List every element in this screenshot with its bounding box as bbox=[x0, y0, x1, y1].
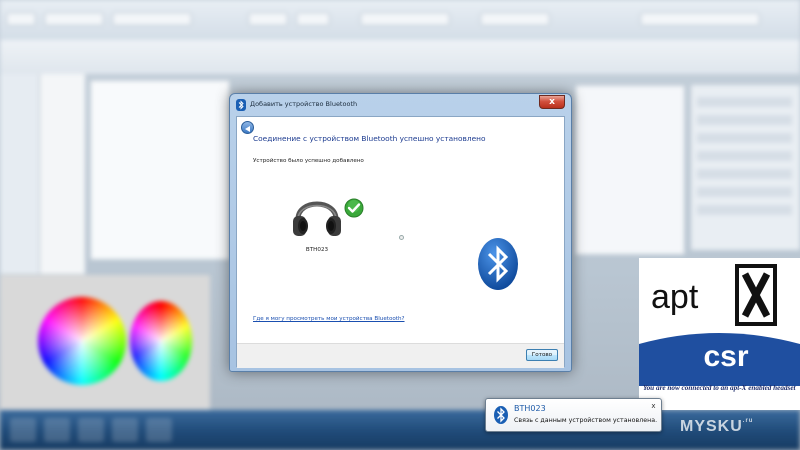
taskbar-button bbox=[44, 418, 70, 442]
bluetooth-notification[interactable]: BTH023 Связь с данным устройством устано… bbox=[485, 398, 662, 432]
background-chip bbox=[360, 12, 450, 26]
background-row bbox=[697, 187, 792, 197]
background-row bbox=[697, 133, 792, 143]
site-watermark: MYSKU.ru bbox=[680, 418, 753, 436]
bluetooth-icon bbox=[494, 406, 508, 424]
headphones-icon bbox=[293, 201, 341, 236]
dialog-content: Соединение с устройством Bluetooth успеш… bbox=[236, 116, 565, 368]
aptx-overlay: apt csr You are now connected to an apt-… bbox=[639, 258, 800, 410]
aptx-x-logo-icon bbox=[735, 264, 777, 326]
background-chip bbox=[640, 12, 760, 26]
background-document bbox=[90, 80, 230, 260]
background-chip bbox=[44, 12, 104, 26]
background-chip bbox=[296, 12, 330, 26]
add-bluetooth-device-dialog: Добавить устройство Bluetooth x Соединен… bbox=[229, 93, 572, 372]
background-left-panel bbox=[0, 74, 40, 274]
background-row bbox=[697, 205, 792, 215]
background-right-panel bbox=[690, 85, 800, 250]
view-devices-link[interactable]: Где я могу просмотреть мои устройства Bl… bbox=[253, 316, 405, 322]
background-toolbar bbox=[0, 40, 800, 74]
taskbar-button bbox=[146, 418, 172, 442]
close-button[interactable]: x bbox=[539, 95, 565, 109]
bluetooth-icon bbox=[236, 99, 246, 111]
color-wheel bbox=[130, 301, 192, 381]
device-name-label: BTH023 bbox=[305, 247, 329, 253]
taskbar-button bbox=[78, 418, 104, 442]
background-chip bbox=[480, 12, 550, 26]
background-row bbox=[697, 115, 792, 125]
background-row bbox=[697, 97, 792, 107]
back-arrow-button[interactable] bbox=[241, 121, 254, 134]
progress-dot bbox=[399, 235, 404, 240]
background-row bbox=[697, 169, 792, 179]
notification-title: BTH023 bbox=[514, 404, 546, 413]
taskbar-button bbox=[112, 418, 138, 442]
aptx-logo-text: apt bbox=[651, 278, 699, 316]
notification-message: Связь с данным устройством установлена. bbox=[514, 417, 658, 424]
background-app-topbar bbox=[0, 0, 800, 40]
background-chip bbox=[248, 12, 288, 26]
notification-close-button[interactable]: x bbox=[649, 402, 658, 411]
background-color-panel bbox=[0, 275, 210, 410]
bluetooth-logo-icon bbox=[478, 238, 518, 290]
background-row bbox=[697, 151, 792, 161]
dialog-titlebar: Добавить устройство Bluetooth x bbox=[230, 94, 571, 116]
success-message: Устройство было успешно добавлено bbox=[253, 158, 364, 164]
watermark-text: MYSKU bbox=[680, 418, 743, 435]
color-wheel bbox=[38, 297, 126, 385]
done-button[interactable]: Готово bbox=[526, 349, 558, 361]
aptx-caption: You are now connected to an apt-X enable… bbox=[643, 384, 796, 392]
dialog-footer: Готово bbox=[237, 343, 564, 368]
background-left-panel bbox=[40, 74, 85, 274]
dialog-title: Добавить устройство Bluetooth bbox=[250, 100, 358, 108]
taskbar-button bbox=[10, 418, 36, 442]
dialog-heading: Соединение с устройством Bluetooth успеш… bbox=[253, 134, 486, 143]
background-chip bbox=[112, 12, 192, 26]
checkmark-icon bbox=[344, 198, 364, 218]
watermark-suffix: .ru bbox=[742, 418, 754, 424]
background-document bbox=[575, 85, 685, 255]
csr-logo-text: csr bbox=[703, 340, 749, 373]
background-chip bbox=[6, 12, 36, 26]
